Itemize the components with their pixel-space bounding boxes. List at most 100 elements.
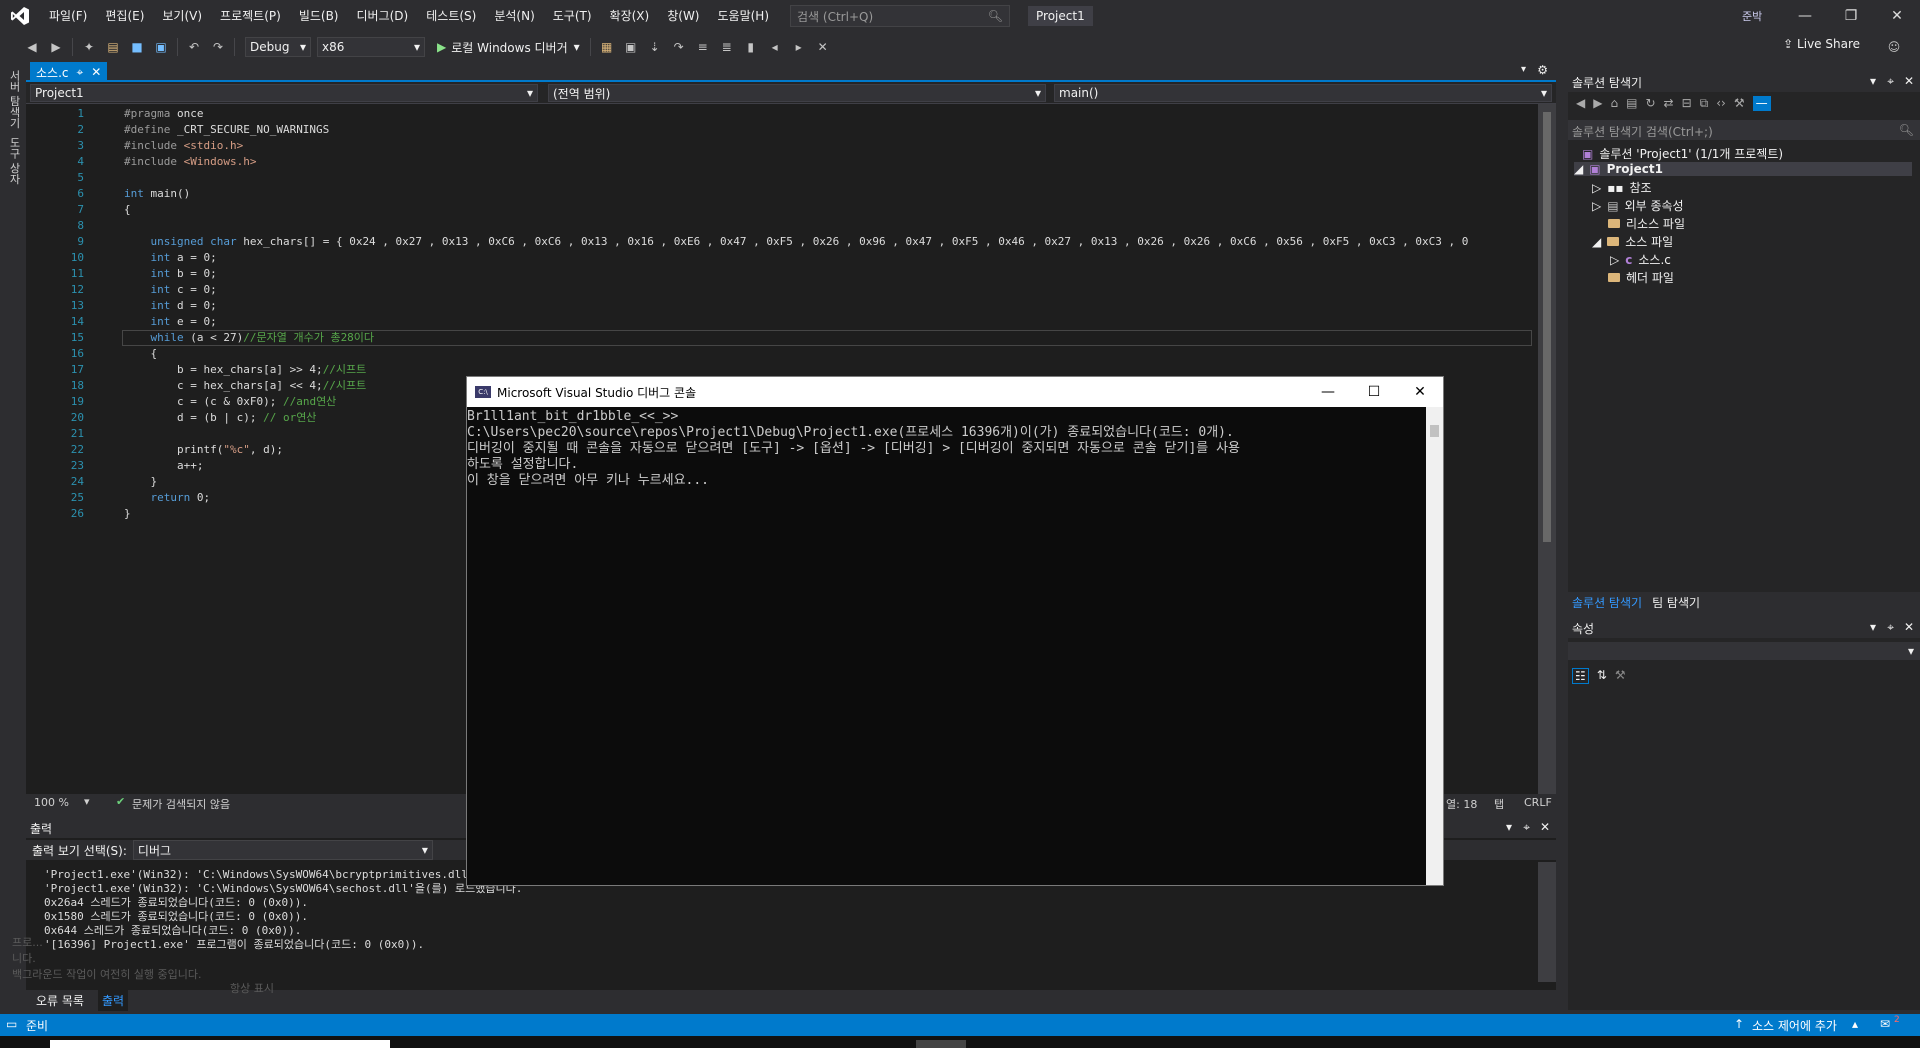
pin-icon[interactable]: ⌖ xyxy=(1887,74,1894,89)
uncomment-icon[interactable]: ≣ xyxy=(717,37,737,57)
pin-icon[interactable]: ⌖ xyxy=(1887,620,1894,635)
feedback-icon[interactable]: ☺ xyxy=(1884,37,1904,57)
taskbar-item[interactable] xyxy=(50,1040,390,1048)
restore-button[interactable]: ❐ xyxy=(1828,0,1874,32)
add-source-control-button[interactable]: 소스 제어에 추가 xyxy=(1752,1017,1837,1034)
console-output[interactable]: Br1ll1ant_bit_dr1bble_<<_>> C:\Users\pec2… xyxy=(467,407,1427,885)
editor-vertical-scrollbar[interactable] xyxy=(1538,104,1556,794)
console-maximize-button[interactable]: ☐ xyxy=(1351,377,1397,407)
comment-icon[interactable]: ≡ xyxy=(693,37,713,57)
always-show-link[interactable]: 항상 표시 xyxy=(230,980,274,996)
project-nav-select[interactable]: Project1 ▾ xyxy=(30,84,538,102)
close-window-button[interactable]: ✕ xyxy=(1874,0,1920,32)
live-share-button[interactable]: ⇪ Live Share xyxy=(1783,37,1860,51)
console-vertical-scrollbar[interactable] xyxy=(1426,407,1443,885)
alphabetical-icon[interactable]: ⇅ xyxy=(1597,668,1607,684)
menu-project[interactable]: 프로젝트(P) xyxy=(211,0,290,32)
line-ending-indicator[interactable]: CRLF xyxy=(1524,796,1552,809)
save-icon[interactable]: ■ xyxy=(127,37,147,57)
back-icon[interactable]: ◀ xyxy=(22,37,42,57)
menu-debug[interactable]: 디버그(D) xyxy=(348,0,418,32)
tree-item-references[interactable]: ▷ ▪▪ 참조 xyxy=(1592,179,1652,196)
tab-server-explorer[interactable]: 서버 탐색기 xyxy=(6,70,22,129)
properties-object-select[interactable]: ▾ xyxy=(1568,642,1920,660)
menu-file[interactable]: 파일(F) xyxy=(40,0,96,32)
show-all-files-icon[interactable]: ⧉ xyxy=(1700,96,1709,111)
preview-icon[interactable]: — xyxy=(1752,96,1771,111)
platform-select[interactable]: x86 ▾ xyxy=(317,37,425,57)
open-file-icon[interactable]: ▤ xyxy=(103,37,123,57)
collapse-all-icon[interactable]: ⊟ xyxy=(1682,96,1692,111)
screenshot-icon[interactable]: ▣ xyxy=(621,37,641,57)
save-all-icon[interactable]: ▣ xyxy=(151,37,171,57)
menu-test[interactable]: 테스트(S) xyxy=(417,0,485,32)
menu-build[interactable]: 빌드(B) xyxy=(290,0,348,32)
menu-view[interactable]: 보기(V) xyxy=(153,0,211,32)
chevron-down-icon[interactable]: ▾ xyxy=(1521,64,1526,75)
categorized-icon[interactable]: ☷ xyxy=(1572,668,1589,684)
home-icon[interactable]: ⌂ xyxy=(1610,96,1618,111)
tab-error-list[interactable]: 오류 목록 xyxy=(36,992,84,1009)
tab-team-explorer[interactable]: 팀 탐색기 xyxy=(1652,594,1700,610)
output-vertical-scrollbar[interactable] xyxy=(1538,862,1556,982)
scope-nav-select[interactable]: (전역 범위) ▾ xyxy=(548,84,1046,102)
step-over-icon[interactable]: ↷ xyxy=(669,37,689,57)
tab-mode-indicator[interactable]: 탭 xyxy=(1494,796,1504,812)
tree-item-resource-files[interactable]: 리소스 파일 xyxy=(1608,215,1685,232)
minimize-button[interactable]: — xyxy=(1782,0,1828,32)
chevron-up-icon[interactable]: ▴ xyxy=(1852,1017,1858,1031)
forward-icon[interactable]: ▶ xyxy=(1593,96,1602,111)
new-project-icon[interactable]: ✦ xyxy=(79,37,99,57)
search-input[interactable]: 검색 (Ctrl+Q) 🔍︎ xyxy=(790,5,1011,27)
step-into-icon[interactable]: ⇣ xyxy=(645,37,665,57)
sync-icon[interactable]: ⇄ xyxy=(1664,96,1674,111)
chevron-down-icon[interactable]: ▾ xyxy=(1870,620,1876,634)
close-icon[interactable]: ✕ xyxy=(1540,820,1550,834)
function-nav-select[interactable]: main() ▾ xyxy=(1054,84,1552,102)
close-icon[interactable]: ✕ xyxy=(1904,74,1914,88)
chevron-down-icon[interactable]: ▾ xyxy=(1870,74,1876,88)
tree-item-source-c[interactable]: ▷ c 소스.c xyxy=(1610,251,1671,268)
tree-solution[interactable]: ▣ 솔루션 'Project1' (1/1개 프로젝트) xyxy=(1582,145,1783,162)
forward-icon[interactable]: ▶ xyxy=(46,37,66,57)
tree-item-external-deps[interactable]: ▷ ▤ 외부 종속성 xyxy=(1592,197,1684,214)
tree-item-source-files[interactable]: ◢ 소스 파일 xyxy=(1592,233,1673,250)
switch-views-icon[interactable]: ▤ xyxy=(1626,96,1637,111)
menu-analyze[interactable]: 분석(N) xyxy=(485,0,543,32)
close-icon[interactable]: ✕ xyxy=(91,65,101,79)
console-minimize-button[interactable]: — xyxy=(1305,377,1351,407)
scrollbar-thumb[interactable] xyxy=(1543,112,1551,542)
tree-item-header-files[interactable]: 헤더 파일 xyxy=(1608,269,1674,286)
console-close-button[interactable]: ✕ xyxy=(1397,377,1443,407)
chevron-down-icon[interactable]: ▾ xyxy=(84,795,90,808)
pin-icon[interactable]: ⌖ xyxy=(77,65,84,80)
chevron-down-icon[interactable]: ▾ xyxy=(1506,820,1512,834)
configuration-select[interactable]: Debug ▾ xyxy=(245,37,311,57)
menu-tools[interactable]: 도구(T) xyxy=(544,0,601,32)
debug-console-titlebar[interactable]: C:\ Microsoft Visual Studio 디버그 콘솔 — ☐ ✕ xyxy=(467,377,1443,407)
tab-output[interactable]: 출력 xyxy=(98,990,129,1011)
property-pages-icon[interactable]: ⚒ xyxy=(1615,668,1626,684)
taskbar-item[interactable] xyxy=(916,1040,966,1048)
menu-window[interactable]: 창(W) xyxy=(658,0,708,32)
gear-icon[interactable]: ⚙ xyxy=(1537,63,1548,77)
pin-icon[interactable]: ⌖ xyxy=(1523,820,1530,835)
view-code-icon[interactable]: ‹› xyxy=(1716,96,1726,111)
tree-project[interactable]: ◢ ▣ Project1 xyxy=(1574,162,1912,176)
redo-icon[interactable]: ↷ xyxy=(208,37,228,57)
menu-edit[interactable]: 편집(E) xyxy=(96,0,153,32)
undo-icon[interactable]: ↶ xyxy=(184,37,204,57)
menu-extensions[interactable]: 확장(X) xyxy=(601,0,659,32)
output-source-select[interactable]: 디버그 ▾ xyxy=(132,840,433,860)
close-icon[interactable]: ✕ xyxy=(1904,620,1914,634)
tab-toolbox[interactable]: 도구 상자 xyxy=(6,137,22,185)
prev-bookmark-icon[interactable]: ◂ xyxy=(765,37,785,57)
next-bookmark-icon[interactable]: ▸ xyxy=(789,37,809,57)
start-debugging-button[interactable]: ▶ 로컬 Windows 디버거 ▾ xyxy=(431,39,586,56)
menu-help[interactable]: 도움말(H) xyxy=(709,0,779,32)
issues-status[interactable]: 문제가 검색되지 않음 xyxy=(132,796,230,812)
zoom-level[interactable]: 100 % xyxy=(34,796,69,809)
clear-bookmarks-icon[interactable]: ✕ xyxy=(813,37,833,57)
scrollbar-thumb[interactable] xyxy=(1430,425,1439,437)
tab-source-file[interactable]: 소스.c ⌖ ✕ xyxy=(30,62,108,82)
